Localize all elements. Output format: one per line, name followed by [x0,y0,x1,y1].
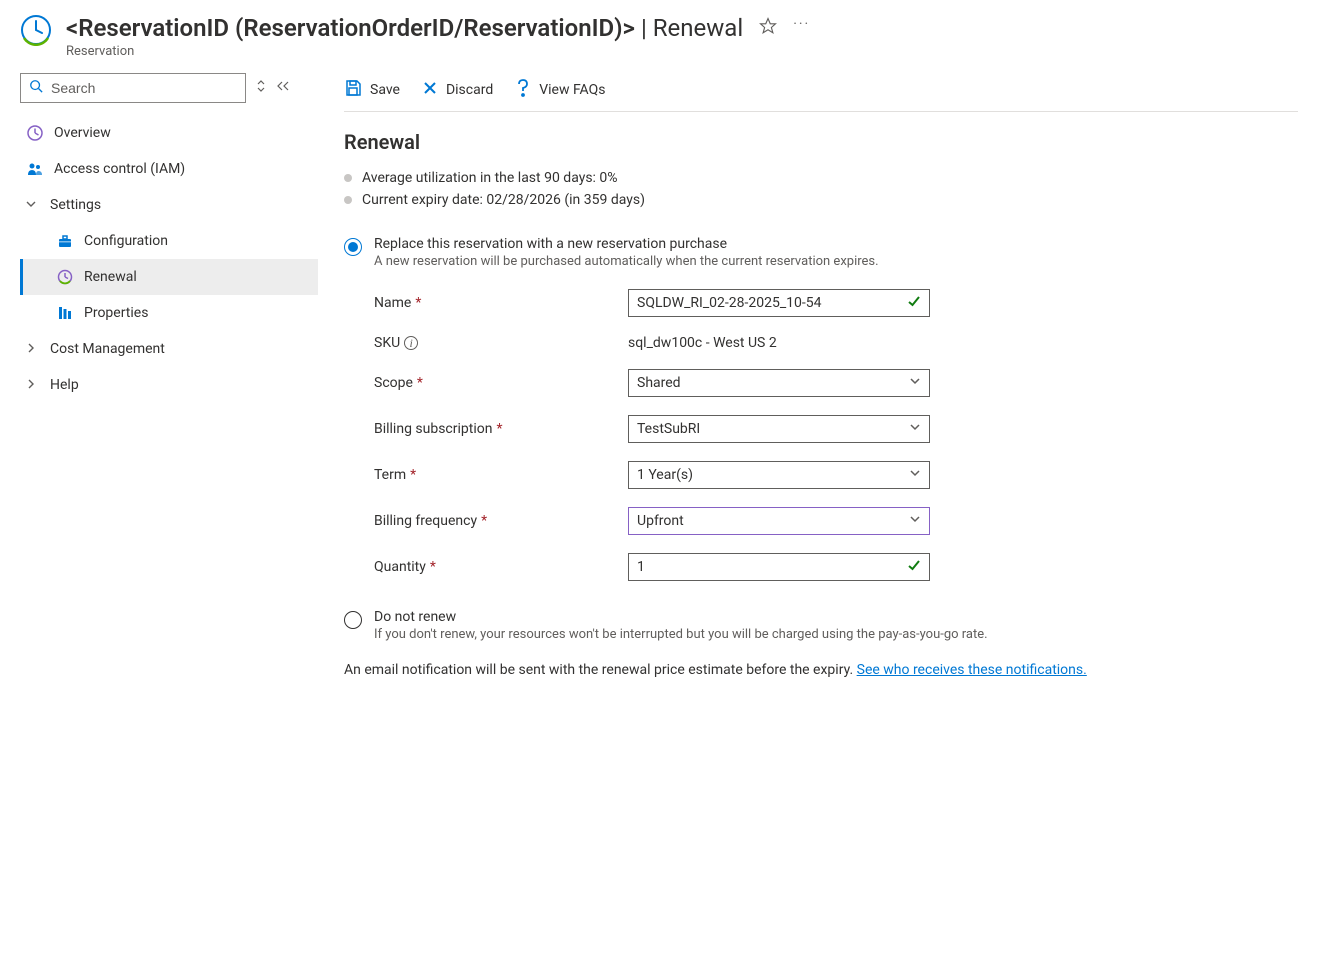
renewal-icon [56,269,74,285]
title-suffix: | Renewal [635,14,743,42]
sidebar-item-label: Settings [50,197,101,213]
title-main: <ReservationID (ReservationOrderID/Reser… [66,14,635,42]
option-title: Replace this reservation with a new rese… [374,236,879,252]
discard-icon [422,80,438,100]
option-replace[interactable]: Replace this reservation with a new rese… [344,236,1298,269]
search-input[interactable] [49,79,237,97]
sidebar-item-label: Cost Management [50,341,165,357]
name-label: Name * [374,295,628,311]
reservation-icon [20,14,52,46]
billing-frequency-label: Billing frequency * [374,513,628,529]
quantity-input[interactable]: 1 [628,553,930,581]
save-button[interactable]: Save [344,79,400,101]
status-list: Average utilization in the last 90 days:… [344,170,1298,208]
save-icon [344,79,362,101]
bullet-icon [344,174,352,182]
overview-icon [26,125,44,141]
name-input[interactable]: SQLDW_RI_02-28-2025_10-54 [628,289,930,317]
billing-frequency-value: Upfront [637,513,684,529]
sidebar-group-help[interactable]: Help [20,367,318,403]
footer-text: An email notification will be sent with … [344,662,857,678]
option-desc: A new reservation will be purchased auto… [374,254,879,269]
term-select[interactable]: 1 Year(s) [628,461,930,489]
status-row: Average utilization in the last 90 days:… [344,170,1298,186]
status-text: Current expiry date: 02/28/2026 (in 359 … [362,192,645,208]
question-icon [515,79,531,101]
radio-button[interactable] [344,611,362,629]
sidebar-item-properties[interactable]: Properties [20,295,318,331]
scope-select[interactable]: Shared [628,369,930,397]
scope-value: Shared [637,375,681,391]
people-icon [26,161,44,177]
sidebar-item-label: Overview [54,125,111,141]
sidebar-item-label: Help [50,377,79,393]
billing-subscription-select[interactable]: TestSubRI [628,415,930,443]
faqs-label: View FAQs [539,82,605,98]
check-icon [907,558,921,576]
view-faqs-button[interactable]: View FAQs [515,79,605,101]
notifications-link[interactable]: See who receives these notifications. [857,662,1087,678]
chevron-down-icon [909,513,921,529]
more-icon[interactable]: ··· [793,16,810,32]
chevron-right-icon [26,342,38,356]
chevron-right-icon [26,378,38,392]
toolbar: Save Discard View FAQs [344,73,1298,112]
sku-label: SKU i [374,335,628,351]
discard-button[interactable]: Discard [422,80,493,100]
chevron-down-icon [26,198,38,212]
chevron-down-icon [909,375,921,391]
sidebar: Overview Access control (IAM) Settings C… [0,65,318,698]
sidebar-group-cost-management[interactable]: Cost Management [20,331,318,367]
content-area: Save Discard View FAQs Renewal Average u… [318,65,1318,698]
status-row: Current expiry date: 02/28/2026 (in 359 … [344,192,1298,208]
search-box[interactable] [20,73,246,103]
check-icon [907,294,921,312]
sidebar-item-overview[interactable]: Overview [20,115,318,151]
page-title: <ReservationID (ReservationOrderID/Reser… [66,14,743,42]
collapse-sidebar-icon[interactable] [276,80,290,96]
favorite-icon[interactable] [759,17,777,39]
discard-label: Discard [446,82,493,98]
term-label: Term * [374,467,628,483]
billing-frequency-select[interactable]: Upfront [628,507,930,535]
info-icon[interactable]: i [404,336,418,350]
sidebar-item-label: Renewal [84,269,137,285]
sku-value: sql_dw100c - West US 2 [628,335,777,351]
sidebar-item-access-control[interactable]: Access control (IAM) [20,151,318,187]
option-desc: If you don't renew, your resources won't… [374,627,988,642]
page-subtitle: Reservation [66,44,1319,59]
billing-subscription-value: TestSubRI [637,421,700,437]
quantity-label: Quantity * [374,559,628,575]
sidebar-item-configuration[interactable]: Configuration [20,223,318,259]
sidebar-item-label: Configuration [84,233,168,249]
sidebar-item-renewal[interactable]: Renewal [20,259,318,295]
sidebar-group-settings[interactable]: Settings [20,187,318,223]
search-icon [29,79,43,97]
option-do-not-renew[interactable]: Do not renew If you don't renew, your re… [344,609,1298,642]
term-value: 1 Year(s) [637,467,693,483]
bullet-icon [344,196,352,204]
radio-button[interactable] [344,238,362,256]
scope-label: Scope * [374,375,628,391]
sidebar-item-label: Properties [84,305,148,321]
chevron-down-icon [909,421,921,437]
footer-note: An email notification will be sent with … [344,662,1298,678]
page-header: <ReservationID (ReservationOrderID/Reser… [0,0,1339,65]
properties-icon [56,305,74,321]
quantity-value: 1 [637,559,645,575]
toolbox-icon [56,233,74,249]
renewal-form: Name * SQLDW_RI_02-28-2025_10-54 SKU i s… [344,289,1298,581]
status-text: Average utilization in the last 90 days:… [362,170,618,186]
expand-collapse-icon[interactable] [256,79,266,97]
content-heading: Renewal [344,130,1298,154]
save-label: Save [370,82,400,98]
chevron-down-icon [909,467,921,483]
option-title: Do not renew [374,609,988,625]
billing-subscription-label: Billing subscription * [374,421,628,437]
name-value: SQLDW_RI_02-28-2025_10-54 [637,295,822,311]
sidebar-item-label: Access control (IAM) [54,161,185,177]
